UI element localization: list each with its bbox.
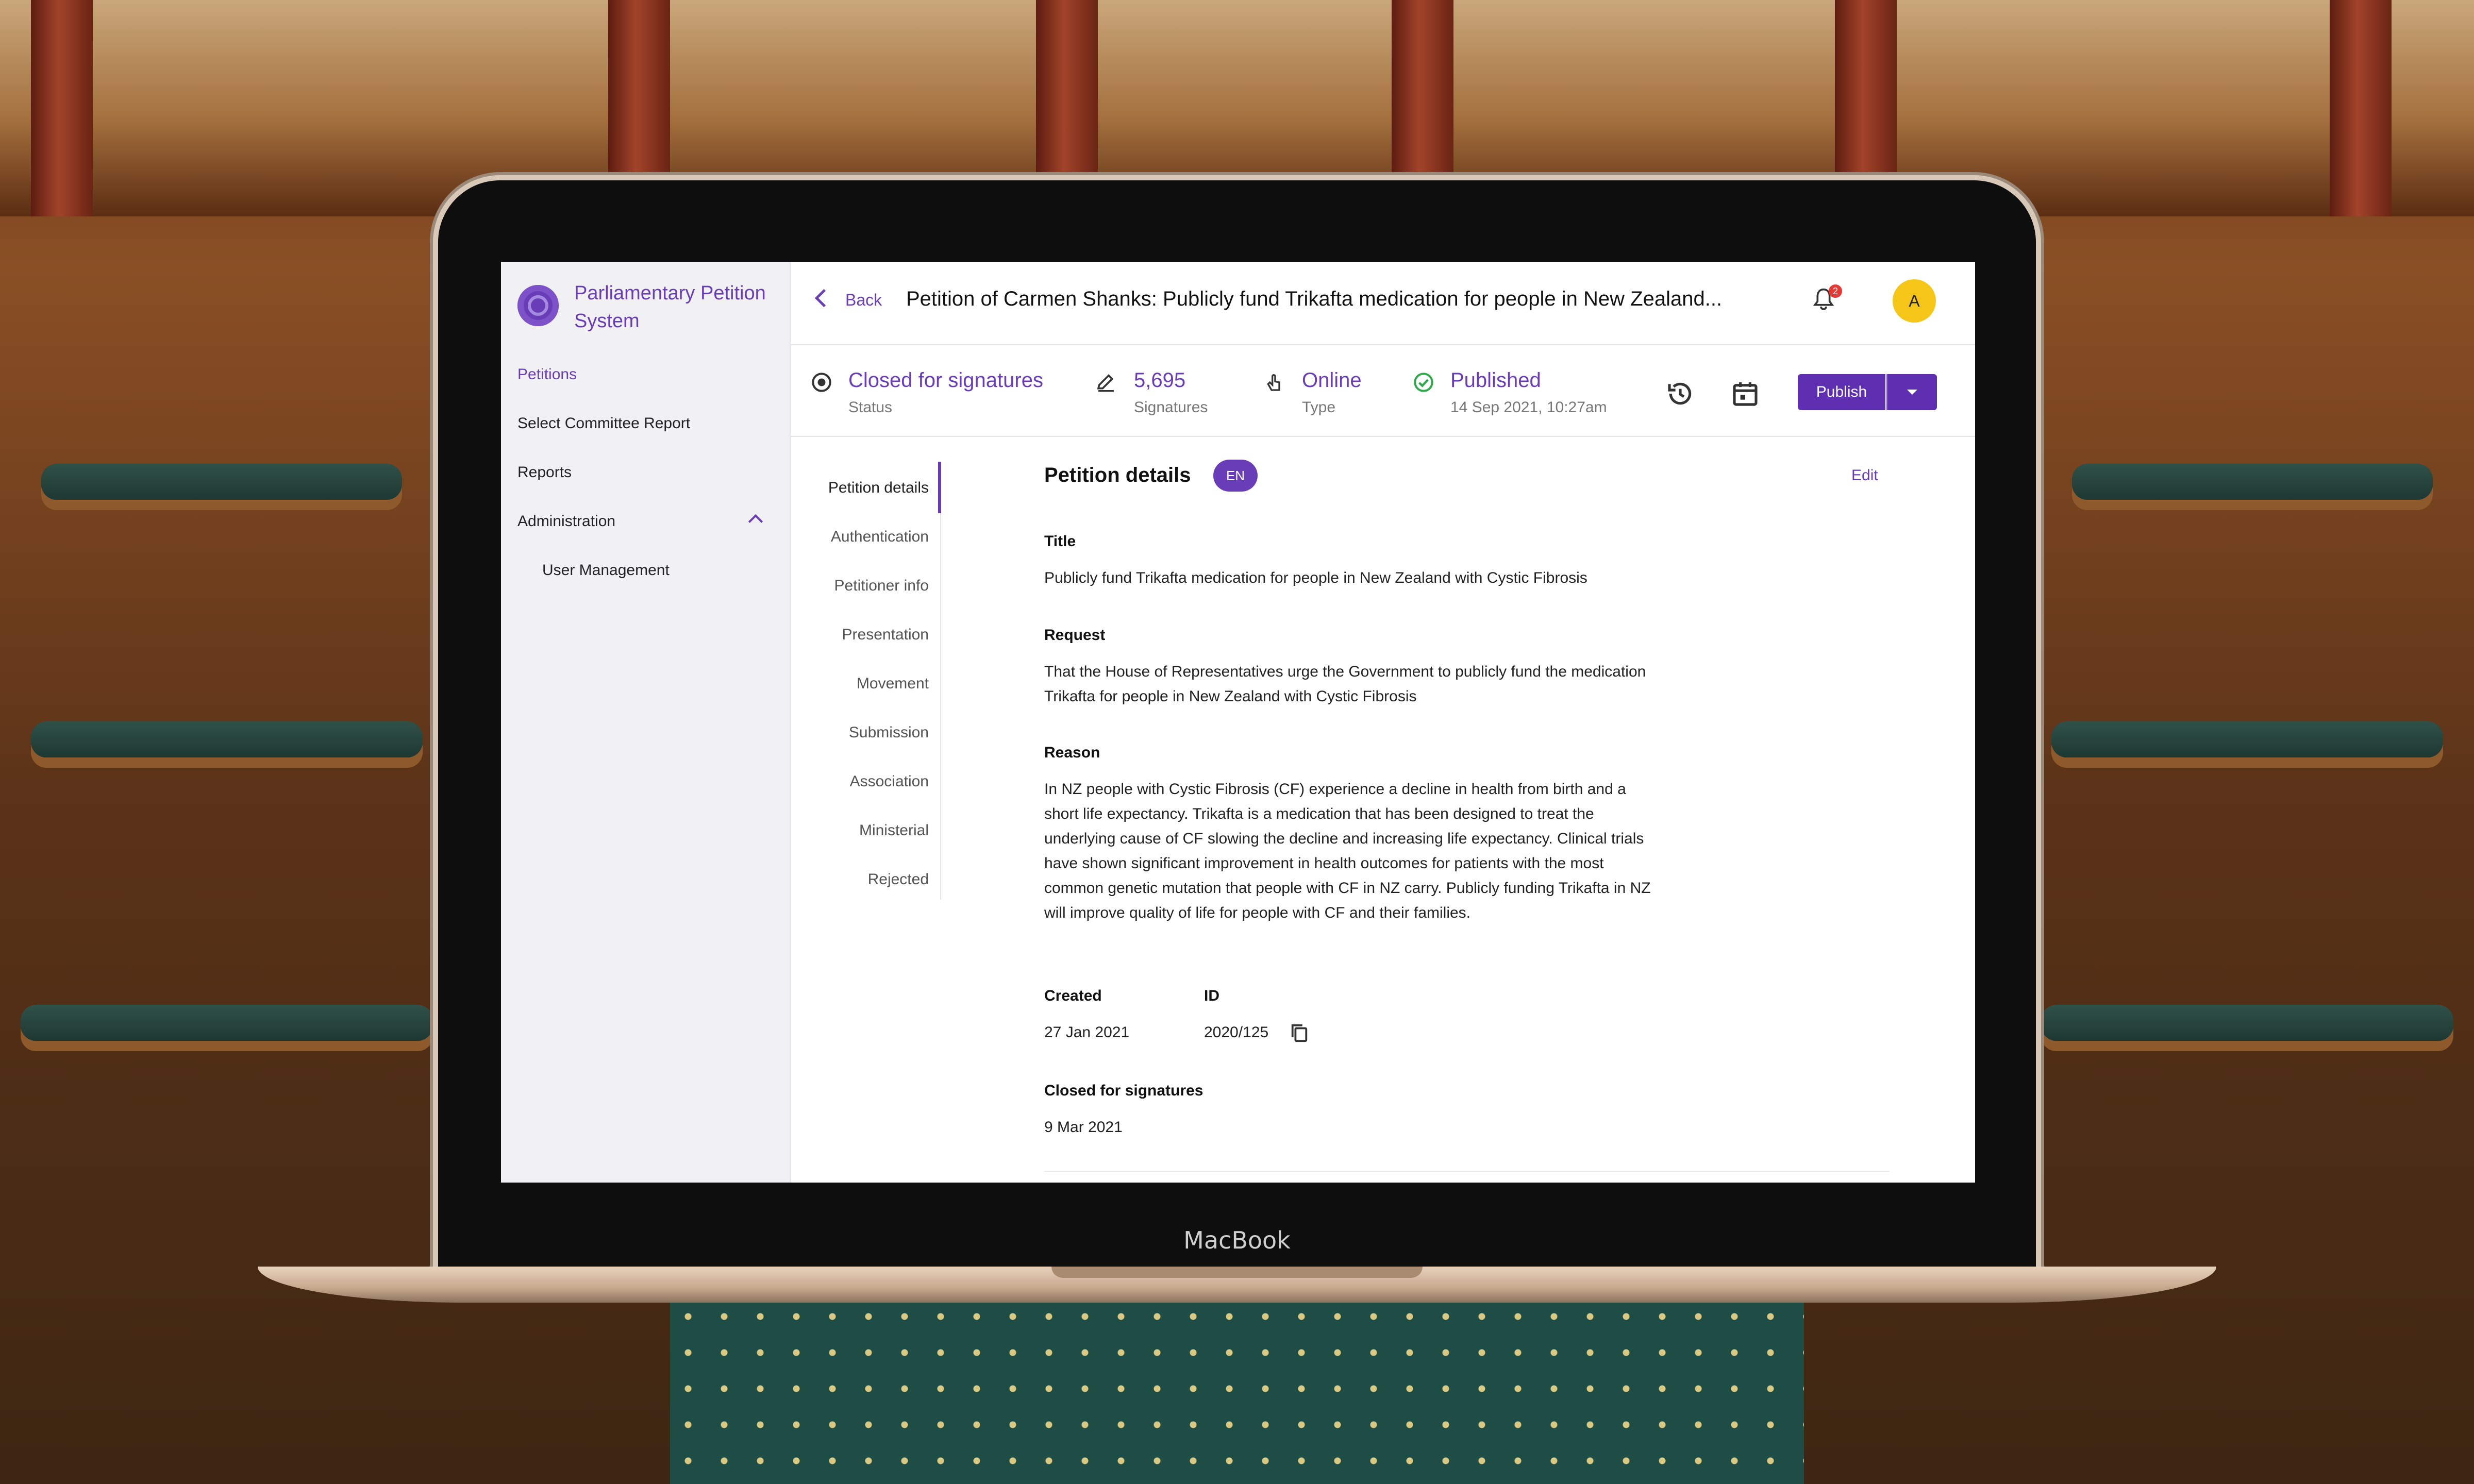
section-nav: Petition details Authentication Petition…: [790, 435, 941, 1183]
sidebar-item-administration[interactable]: Administration: [517, 513, 615, 530]
top-bar: Back Petition of Carmen Shanks: Publicly…: [790, 262, 1975, 344]
laptop-notch: [1051, 1267, 1423, 1278]
history-icon[interactable]: [1666, 379, 1695, 408]
section-nav-active-indicator: [938, 462, 941, 513]
chamber-bench: [2051, 721, 2443, 757]
app-title: Parliamentary Petition System: [574, 282, 766, 332]
created-value: 27 Jan 2021: [1044, 1024, 1130, 1041]
calendar-icon[interactable]: [1731, 379, 1760, 408]
closed-value: 9 Mar 2021: [1044, 1119, 1123, 1136]
section-nav-presentation[interactable]: Presentation: [842, 626, 929, 644]
chamber-bench: [31, 721, 423, 757]
title-value: Publicly fund Trikafta medication for pe…: [1044, 569, 1587, 586]
page-title: Petition of Carmen Shanks: Publicly fund…: [906, 288, 1723, 310]
app-screen: Parliamentary Petition System Petitions …: [501, 262, 1975, 1183]
sidebar: Parliamentary Petition System Petitions …: [501, 262, 791, 1183]
type-value: Online: [1302, 369, 1362, 392]
published-value: Published: [1450, 369, 1541, 392]
request-value: That the House of Representatives urge t…: [1044, 663, 1646, 705]
section-heading: Petition details: [1044, 464, 1191, 486]
section-nav-petitioner-info[interactable]: Petitioner info: [834, 577, 929, 595]
status-label: Status: [848, 399, 893, 416]
petition-details-panel: Petition details EN Edit Title Publicly …: [1044, 435, 1920, 1183]
sidebar-item-user-management[interactable]: User Management: [542, 562, 670, 579]
reason-label: Reason: [1044, 744, 1100, 761]
back-link[interactable]: Back: [845, 291, 882, 310]
created-label: Created: [1044, 987, 1102, 1004]
status-value: Closed for signatures: [848, 369, 1043, 392]
chamber-pillar: [2330, 0, 2392, 216]
chevron-up-icon[interactable]: [748, 514, 763, 529]
touch-hand-icon: [1267, 374, 1280, 391]
title-label: Title: [1044, 533, 1076, 550]
signatures-label: Signatures: [1134, 399, 1208, 416]
sidebar-item-select-committee-report[interactable]: Select Committee Report: [517, 415, 690, 432]
section-nav-submission[interactable]: Submission: [849, 724, 929, 741]
signatures-value: 5,695: [1134, 369, 1186, 392]
copy-icon[interactable]: [1290, 1022, 1309, 1044]
publish-dropdown-caret[interactable]: [1886, 374, 1937, 410]
section-nav-authentication[interactable]: Authentication: [831, 528, 929, 546]
chamber-bench: [2041, 1005, 2453, 1041]
id-label: ID: [1204, 987, 1219, 1004]
chevron-left-icon[interactable]: [814, 289, 833, 308]
request-label: Request: [1044, 627, 1106, 644]
laptop-brand: MacBook: [1183, 1226, 1291, 1254]
notification-badge: 2: [1829, 284, 1842, 298]
reason-value: In NZ people with Cystic Fibrosis (CF) e…: [1044, 781, 1651, 921]
language-badge[interactable]: EN: [1213, 460, 1258, 492]
chamber-bench: [21, 1005, 433, 1041]
sidebar-item-reports[interactable]: Reports: [517, 464, 572, 481]
chamber-bench: [41, 464, 402, 500]
edit-link[interactable]: Edit: [1851, 467, 1878, 484]
check-circle-icon: [1414, 373, 1433, 392]
closed-label: Closed for signatures: [1044, 1082, 1203, 1099]
status-radio-icon: [812, 373, 831, 392]
avatar[interactable]: A: [1893, 279, 1936, 323]
section-nav-rail: [940, 462, 941, 900]
section-nav-rejected[interactable]: Rejected: [868, 871, 929, 888]
signature-pen-icon: [1097, 374, 1114, 392]
section-divider: [1044, 1171, 1890, 1172]
section-nav-petition-details[interactable]: Petition details: [828, 479, 929, 497]
section-nav-movement[interactable]: Movement: [857, 675, 929, 693]
section-nav-ministerial[interactable]: Ministerial: [859, 822, 929, 839]
chamber-pillar: [31, 0, 93, 216]
sidebar-item-petitions[interactable]: Petitions: [517, 366, 577, 383]
id-value: 2020/125: [1204, 1024, 1269, 1041]
chamber-bench: [2072, 464, 2433, 500]
published-date: 14 Sep 2021, 10:27am: [1450, 399, 1607, 416]
fingerprint-logo-icon: [517, 285, 559, 326]
status-bar: Closed for signatures Status 5,695 Signa…: [790, 344, 1975, 437]
section-nav-association[interactable]: Association: [850, 773, 929, 790]
type-label: Type: [1302, 399, 1336, 416]
publish-button[interactable]: Publish: [1798, 374, 1885, 410]
